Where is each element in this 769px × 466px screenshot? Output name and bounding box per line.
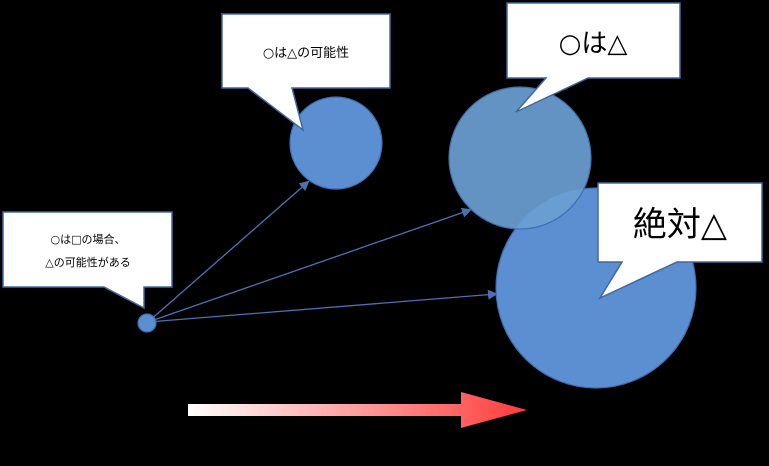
diagram-svg: ○は□の場合、 △の可能性がある ○は△の可能性 ○は△ 絶対△	[2, 2, 763, 428]
callout-absolute-text: 絶対△	[633, 205, 728, 245]
callout-possible-text: ○は△の可能性	[263, 46, 349, 61]
callout-source: ○は□の場合、 △の可能性がある	[2, 211, 173, 310]
circle-possible	[289, 96, 383, 190]
source-dot	[137, 313, 157, 333]
callout-likely-text: ○は△	[559, 29, 628, 59]
callout-source-line2: △の可能性がある	[45, 255, 130, 269]
diagram-canvas: ○は□の場合、 △の可能性がある ○は△の可能性 ○は△ 絶対△	[0, 0, 769, 462]
callout-source-line1: ○は□の場合、	[51, 232, 126, 246]
arrow-to-absolute	[147, 289, 498, 323]
callout-likely: ○は△	[506, 2, 681, 113]
connector-arrows	[147, 180, 498, 323]
gradient-arrow	[188, 392, 527, 428]
arrow-to-likely	[147, 207, 472, 323]
